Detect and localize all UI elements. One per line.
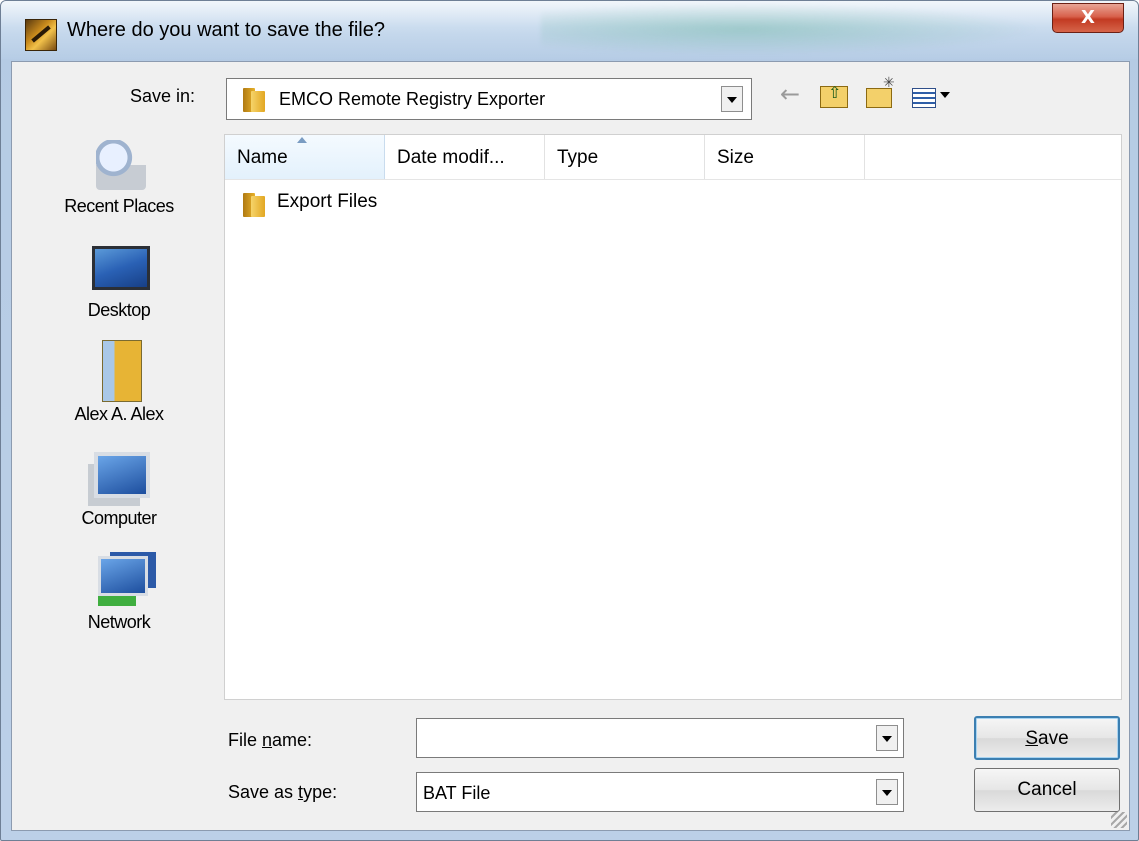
save-as-type-select[interactable]: BAT File bbox=[416, 772, 904, 812]
place-label: Desktop bbox=[87, 300, 151, 320]
places-bar: Recent Places Desktop Alex A. Alex Compu… bbox=[12, 132, 226, 752]
title-bar[interactable]: Where do you want to save the file? X bbox=[1, 1, 1138, 59]
up-one-level-icon[interactable] bbox=[820, 83, 848, 108]
place-user[interactable]: Alex A. Alex bbox=[12, 340, 226, 440]
save-dialog-window: Where do you want to save the file? X Sa… bbox=[0, 0, 1139, 841]
column-header-size[interactable]: Size bbox=[705, 135, 865, 179]
file-name-input[interactable] bbox=[416, 718, 904, 758]
column-header-label: Type bbox=[557, 147, 599, 168]
place-desktop[interactable]: Desktop bbox=[12, 236, 226, 336]
window-title: Where do you want to save the file? bbox=[67, 19, 385, 41]
app-icon bbox=[25, 19, 57, 51]
place-label: Network bbox=[87, 612, 151, 632]
file-name-dropdown-button[interactable] bbox=[876, 725, 898, 751]
views-dropdown-arrow-icon[interactable] bbox=[940, 92, 950, 98]
file-list-view[interactable]: Name Date modif... Type Size Export File… bbox=[224, 134, 1122, 700]
close-button[interactable]: X bbox=[1052, 3, 1124, 33]
title-bar-background bbox=[541, 3, 1041, 55]
save-in-combobox[interactable]: EMCO Remote Registry Exporter bbox=[226, 78, 752, 120]
desktop-icon bbox=[92, 246, 150, 290]
file-list-item[interactable]: Export Files bbox=[239, 189, 539, 219]
column-header-label: Name bbox=[237, 147, 288, 168]
file-name: Export Files bbox=[277, 191, 378, 212]
save-button[interactable]: Save bbox=[974, 716, 1120, 760]
user-folder-icon bbox=[102, 340, 142, 402]
new-folder-icon[interactable] bbox=[866, 75, 895, 108]
dialog-client-area: Save in: EMCO Remote Registry Exporter ←… bbox=[11, 61, 1130, 831]
save-in-label: Save in: bbox=[130, 86, 196, 106]
save-as-type-dropdown-button[interactable] bbox=[876, 779, 898, 805]
place-network[interactable]: Network bbox=[12, 548, 226, 648]
place-label: Recent Places bbox=[64, 196, 174, 216]
file-name-label: File name: bbox=[228, 730, 313, 750]
column-header-type[interactable]: Type bbox=[545, 135, 705, 179]
cancel-button[interactable]: Cancel bbox=[974, 768, 1120, 812]
column-header-date-modified[interactable]: Date modif... bbox=[385, 135, 545, 179]
save-in-value: EMCO Remote Registry Exporter bbox=[279, 89, 546, 109]
place-label: Computer bbox=[81, 508, 157, 528]
column-header-label: Date modif... bbox=[397, 147, 505, 168]
views-menu-icon[interactable] bbox=[912, 88, 936, 108]
save-as-type-label: Save as type: bbox=[228, 782, 338, 802]
network-icon bbox=[98, 556, 148, 596]
place-label: Alex A. Alex bbox=[74, 404, 164, 424]
resize-grip[interactable] bbox=[1111, 812, 1127, 828]
save-in-dropdown-button[interactable] bbox=[721, 86, 743, 112]
place-computer[interactable]: Computer bbox=[12, 444, 226, 544]
column-header-name[interactable]: Name bbox=[225, 135, 385, 179]
computer-icon bbox=[94, 452, 150, 498]
header-divider bbox=[225, 179, 1121, 180]
folder-icon bbox=[243, 191, 265, 217]
recent-places-icon bbox=[96, 140, 146, 190]
column-header-label: Size bbox=[717, 147, 754, 168]
back-arrow-icon[interactable]: ← bbox=[780, 80, 806, 110]
place-recent-places[interactable]: Recent Places bbox=[12, 132, 226, 232]
sort-ascending-icon bbox=[297, 137, 307, 143]
folder-icon bbox=[243, 86, 265, 112]
